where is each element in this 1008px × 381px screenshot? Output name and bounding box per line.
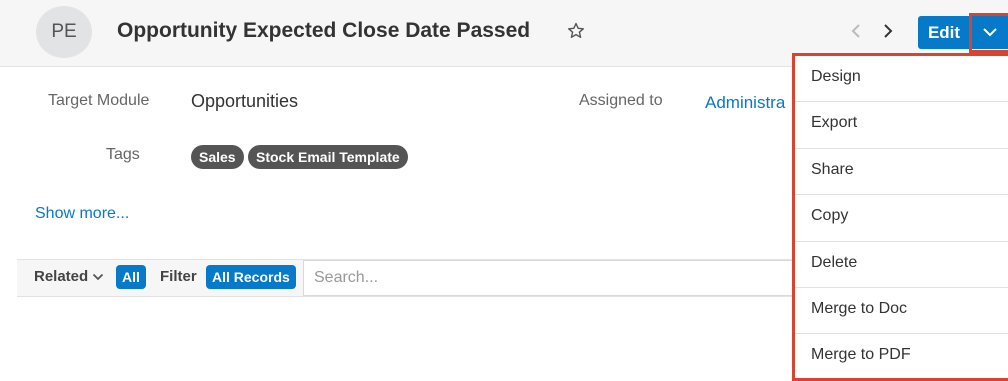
edit-button[interactable]: Edit xyxy=(918,16,970,49)
chevron-right-icon[interactable] xyxy=(880,20,896,42)
tag-sales[interactable]: Sales xyxy=(191,145,244,169)
search-input[interactable] xyxy=(303,260,803,296)
menu-item-copy[interactable]: Copy xyxy=(795,195,1008,242)
menu-item-export[interactable]: Export xyxy=(795,102,1008,149)
assigned-to-link[interactable]: Administra xyxy=(705,93,785,113)
menu-item-merge-to-doc[interactable]: Merge to Doc xyxy=(795,288,1008,335)
menu-item-share[interactable]: Share xyxy=(795,149,1008,196)
target-module-label: Target Module xyxy=(48,92,150,109)
show-more-link[interactable]: Show more... xyxy=(35,205,129,223)
page-title: Opportunity Expected Close Date Passed xyxy=(117,19,531,42)
filter-label: Filter xyxy=(160,268,197,285)
tags-label: Tags xyxy=(106,146,140,163)
star-icon[interactable] xyxy=(566,21,586,41)
menu-item-delete[interactable]: Delete xyxy=(795,242,1008,288)
dropdown-highlight-frame xyxy=(969,13,1008,53)
target-module-value: Opportunities xyxy=(191,91,299,111)
module-avatar: PE xyxy=(36,6,92,58)
chevron-left-icon[interactable] xyxy=(848,20,864,42)
related-all-pill[interactable]: All xyxy=(116,265,146,289)
tag-stock-email-template[interactable]: Stock Email Template xyxy=(248,145,408,169)
related-dropdown-label[interactable]: Related xyxy=(34,268,88,285)
chevron-down-icon[interactable] xyxy=(92,272,104,282)
actions-menu: Design Export Share Copy Delete Merge to… xyxy=(792,53,1008,381)
assigned-to-label: Assigned to xyxy=(579,92,663,109)
menu-item-merge-to-pdf[interactable]: Merge to PDF xyxy=(795,334,1008,380)
menu-item-design[interactable]: Design xyxy=(795,56,1008,103)
filter-all-records-pill[interactable]: All Records xyxy=(206,265,296,289)
